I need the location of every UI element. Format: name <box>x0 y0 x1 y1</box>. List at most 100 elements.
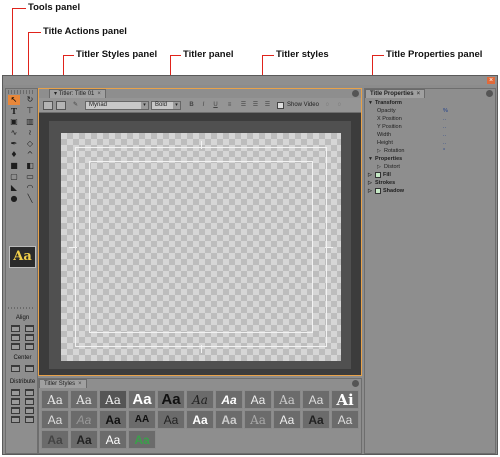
panel-menu-icon[interactable] <box>352 90 359 97</box>
rotation-value[interactable]: ° <box>443 147 445 155</box>
show-video-checkbox[interactable] <box>277 102 284 109</box>
vertical-path-type-tool-icon[interactable]: ≀ <box>24 128 36 138</box>
center-horizontal-icon[interactable] <box>11 365 20 372</box>
distribute-vspace-icon[interactable] <box>25 416 34 423</box>
vertical-area-type-tool-icon[interactable]: ▥ <box>24 117 36 127</box>
distort-row[interactable]: ▷ Distort <box>365 163 495 171</box>
shadow-section[interactable]: ▷ Shadow <box>365 187 495 195</box>
style-swatch[interactable]: Aa <box>41 430 69 449</box>
pen-tool-icon[interactable]: ✒ <box>8 139 20 149</box>
style-swatch[interactable]: Aa <box>244 410 272 429</box>
add-anchor-tool-icon[interactable]: ♦ <box>8 150 20 160</box>
area-type-tool-icon[interactable]: ▣ <box>8 117 20 127</box>
window-close-icon[interactable]: × <box>487 77 495 84</box>
align-left-text-icon[interactable]: ☰ <box>239 101 248 110</box>
distribute-hspace-icon[interactable] <box>11 416 20 423</box>
align-right-text-icon[interactable]: ☰ <box>263 101 272 110</box>
style-swatch[interactable]: Aa <box>302 390 330 409</box>
height-value[interactable]: .. <box>443 139 446 147</box>
rectangle-tool-icon[interactable]: ■ <box>8 161 20 171</box>
rotation-row[interactable]: ▷ Rotation ° <box>365 147 495 155</box>
underline-icon[interactable]: U <box>211 101 220 110</box>
align-center-text-icon[interactable]: ☰ <box>251 101 260 110</box>
path-type-tool-icon[interactable]: ∿ <box>8 128 20 138</box>
style-swatch[interactable]: Aa <box>99 430 127 449</box>
distribute-left-icon[interactable] <box>11 389 20 396</box>
line-tool-icon[interactable]: ╲ <box>24 194 36 204</box>
panel-menu-icon[interactable] <box>352 380 359 387</box>
wedge-tool-icon[interactable]: ◣ <box>8 183 20 193</box>
tab-title-properties[interactable]: Title Properties × <box>365 89 426 98</box>
style-swatch[interactable]: Aa <box>273 410 301 429</box>
shadow-checkbox[interactable] <box>375 188 381 194</box>
x-position-value[interactable]: .. <box>443 115 446 123</box>
style-swatch[interactable]: Aa <box>186 410 214 429</box>
rounded-corner-rectangle-tool-icon[interactable]: ▢ <box>8 172 20 182</box>
templates-icon[interactable]: ✎ <box>71 101 80 110</box>
style-swatch[interactable]: AA <box>128 410 156 429</box>
ellipse-tool-icon[interactable]: ● <box>8 194 20 204</box>
align-top-icon[interactable] <box>25 325 34 332</box>
style-swatch[interactable]: Aa <box>186 390 214 409</box>
style-swatch[interactable]: Aa <box>70 410 98 429</box>
center-vertical-icon[interactable] <box>25 365 34 372</box>
distribute-vcenter-icon[interactable] <box>25 398 34 405</box>
vertical-type-tool-icon[interactable]: ⊤ <box>24 106 36 116</box>
arc-tool-icon[interactable]: ◠ <box>24 183 36 193</box>
tools-grip[interactable] <box>8 90 35 94</box>
tab-close-icon[interactable]: × <box>97 91 101 97</box>
font-family-select[interactable]: Myriad ▾ <box>85 101 149 110</box>
style-swatch[interactable]: Aa <box>70 430 98 449</box>
width-value[interactable]: .. <box>443 131 446 139</box>
clipped-corner-rectangle-tool-icon[interactable]: ◧ <box>24 161 36 171</box>
roll-crawl-options-icon[interactable] <box>56 101 66 110</box>
style-swatch[interactable]: Aa <box>157 390 185 409</box>
convert-anchor-tool-icon[interactable]: ^ <box>24 150 36 160</box>
timecode-icon[interactable]: ◌ <box>323 101 332 110</box>
panel-menu-icon[interactable] <box>486 90 493 97</box>
y-position-value[interactable]: .. <box>443 123 446 131</box>
style-swatch[interactable]: Aa <box>331 410 359 429</box>
distribute-right-icon[interactable] <box>11 407 20 414</box>
style-swatch[interactable]: Aa <box>99 390 127 409</box>
title-canvas[interactable] <box>61 133 341 361</box>
kerning-icon[interactable]: ≡ <box>225 101 234 110</box>
italic-icon[interactable]: I <box>199 101 208 110</box>
bold-icon[interactable]: B <box>187 101 196 110</box>
distribute-top-icon[interactable] <box>25 389 34 396</box>
style-swatch[interactable]: Aa <box>302 410 330 429</box>
opacity-value[interactable]: % <box>443 107 448 115</box>
style-swatch[interactable]: Aa <box>70 390 98 409</box>
font-style-select[interactable]: Bold ▾ <box>151 101 181 110</box>
style-swatch[interactable]: Aa <box>128 390 156 409</box>
style-swatch[interactable]: Aa <box>99 410 127 429</box>
timecode-icon[interactable]: ◌ <box>335 101 344 110</box>
style-swatch[interactable]: Aa <box>244 390 272 409</box>
distribute-bottom-icon[interactable] <box>25 407 34 414</box>
delete-anchor-tool-icon[interactable]: ◇ <box>24 139 36 149</box>
align-hcenter-icon[interactable] <box>11 334 20 341</box>
tab-close-icon[interactable]: × <box>417 91 421 97</box>
tab-titler-title-01[interactable]: ▾ Titler: Title 01 × <box>49 89 106 98</box>
type-tool-icon[interactable]: T <box>8 106 20 116</box>
align-bottom-icon[interactable] <box>25 343 34 350</box>
style-swatch[interactable]: Aa <box>215 390 243 409</box>
distribute-hcenter-icon[interactable] <box>11 398 20 405</box>
rounded-rectangle-tool-icon[interactable]: ▭ <box>24 172 36 182</box>
fill-section[interactable]: ▷ Fill <box>365 171 495 179</box>
style-swatch[interactable]: Aa <box>128 430 156 449</box>
style-swatch[interactable]: Aa <box>157 410 185 429</box>
align-left-icon[interactable] <box>11 325 20 332</box>
style-swatch[interactable]: Ai <box>331 390 359 409</box>
style-swatch[interactable]: Aa <box>273 390 301 409</box>
style-swatch[interactable]: Aa <box>41 390 69 409</box>
align-vcenter-icon[interactable] <box>25 334 34 341</box>
new-title-icon[interactable] <box>43 101 53 110</box>
strokes-section[interactable]: ▷ Strokes <box>365 179 495 187</box>
style-swatch[interactable]: Aa <box>41 410 69 429</box>
properties-section[interactable]: ▼ Properties <box>365 155 495 163</box>
align-right-icon[interactable] <box>11 343 20 350</box>
rotation-tool-icon[interactable]: ↻ <box>24 95 36 105</box>
style-swatch[interactable]: Aa <box>215 410 243 429</box>
tab-close-icon[interactable]: × <box>78 381 82 387</box>
